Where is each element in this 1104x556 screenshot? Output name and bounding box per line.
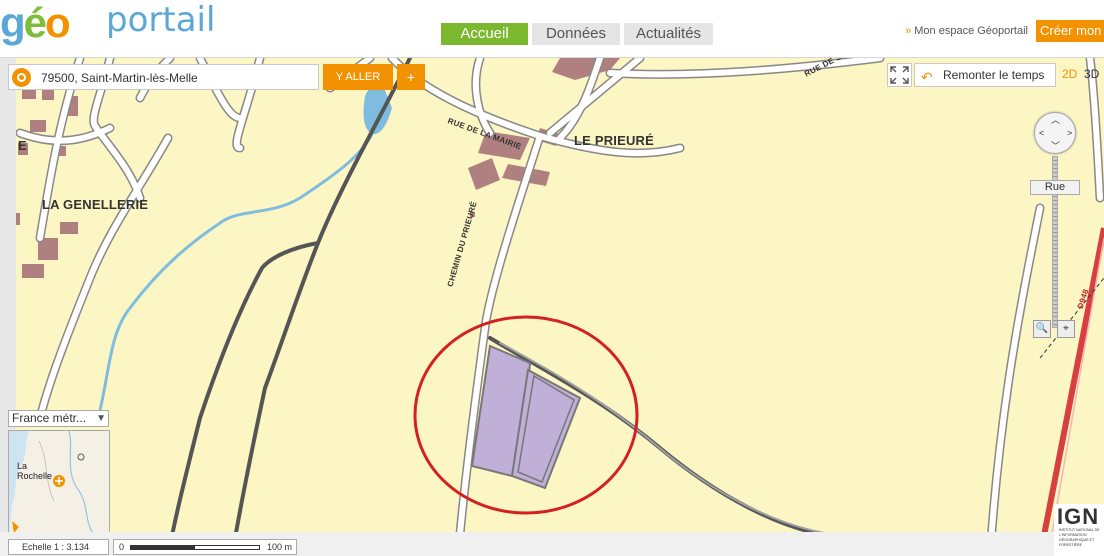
mon-espace-label: Mon espace Géoportail	[914, 25, 1028, 37]
pan-right-icon[interactable]: >	[1067, 129, 1072, 138]
ign-tagline: Institut national de l'information géogr…	[1059, 528, 1100, 547]
chevron-right-icon: »	[905, 25, 912, 37]
minimap-city-label: La Rochelle	[17, 461, 52, 481]
pan-control[interactable]: ︿ ﹀ < >	[1034, 112, 1076, 154]
y-aller-button[interactable]: Y ALLER	[323, 64, 393, 90]
pan-down-icon[interactable]: ﹀	[1051, 142, 1060, 151]
tab-actualites[interactable]: Actualités	[624, 23, 714, 45]
tab-donnees[interactable]: Données	[532, 23, 620, 45]
geoportail-app: géo portail Accueil Données Actualités »…	[0, 0, 1104, 556]
chevron-down-icon: ▼	[96, 413, 106, 424]
minimap-layer	[9, 431, 94, 533]
map-layer	[0, 58, 1104, 556]
remonter-le-temps-button[interactable]: ↶ Remonter le temps	[914, 63, 1056, 87]
scale-end-label: 100 m	[267, 542, 293, 552]
zoom-locate-icon[interactable]: ⌖	[1057, 320, 1075, 338]
pan-left-icon[interactable]: <	[1039, 129, 1044, 138]
scale-line	[130, 545, 260, 550]
fullscreen-icon	[890, 66, 909, 84]
projection-select[interactable]: France métr... ▼	[8, 410, 109, 427]
creer-compte-button[interactable]: Créer mon	[1036, 20, 1104, 42]
map-canvas[interactable]: LE PRIEURÉ LA GENELLERIE E RUE DE LA MAI…	[0, 58, 1104, 556]
overview-minimap[interactable]: La Rochelle	[8, 430, 110, 534]
place-label-prieure: LE PRIEURÉ	[574, 133, 655, 148]
mode-3d-toggle[interactable]: 3D	[1084, 67, 1099, 81]
place-label-genellerie: LA GENELLERIE	[42, 197, 149, 212]
ign-logo[interactable]: IGN Institut national de l'information g…	[1054, 504, 1104, 556]
plus-button[interactable]: +	[397, 64, 425, 90]
main-nav: Accueil Données Actualités	[441, 23, 714, 45]
geoportail-logo[interactable]: géo portail	[0, 0, 220, 46]
back-arrow-icon: ↶	[921, 69, 933, 85]
ign-logo-text: IGN	[1057, 504, 1100, 529]
pan-up-icon[interactable]: ︿	[1051, 116, 1060, 125]
map-footer: Echelle 1 : 3.134 0 100 m	[0, 532, 1104, 556]
header: géo portail Accueil Données Actualités »…	[0, 0, 1104, 58]
scale-bar: 0 100 m	[113, 539, 297, 555]
search-icon[interactable]	[12, 68, 31, 87]
scale-zero-label: 0	[119, 542, 125, 552]
tab-accueil[interactable]: Accueil	[441, 23, 528, 45]
fullscreen-button[interactable]	[887, 63, 912, 87]
logo-geo-text: géo	[0, 0, 71, 46]
minimap-city-line2: Rochelle	[17, 471, 53, 481]
search-input[interactable]	[41, 69, 311, 87]
zoom-level-label: Rue	[1030, 180, 1080, 195]
scale-ratio: Echelle 1 : 3.134	[8, 539, 109, 555]
remonter-label: Remonter le temps	[943, 68, 1045, 82]
place-label-e: E	[18, 138, 27, 153]
projection-value: France métr...	[12, 411, 87, 425]
search-box	[8, 64, 319, 90]
logo-portail-text: portail	[106, 0, 216, 40]
mon-espace-link[interactable]: » Mon espace Géoportail	[905, 25, 1028, 37]
mode-2d-toggle[interactable]: 2D	[1062, 67, 1077, 81]
minimap-city-line1: La	[17, 461, 28, 471]
zoom-search-icon[interactable]: 🔍	[1033, 320, 1051, 338]
